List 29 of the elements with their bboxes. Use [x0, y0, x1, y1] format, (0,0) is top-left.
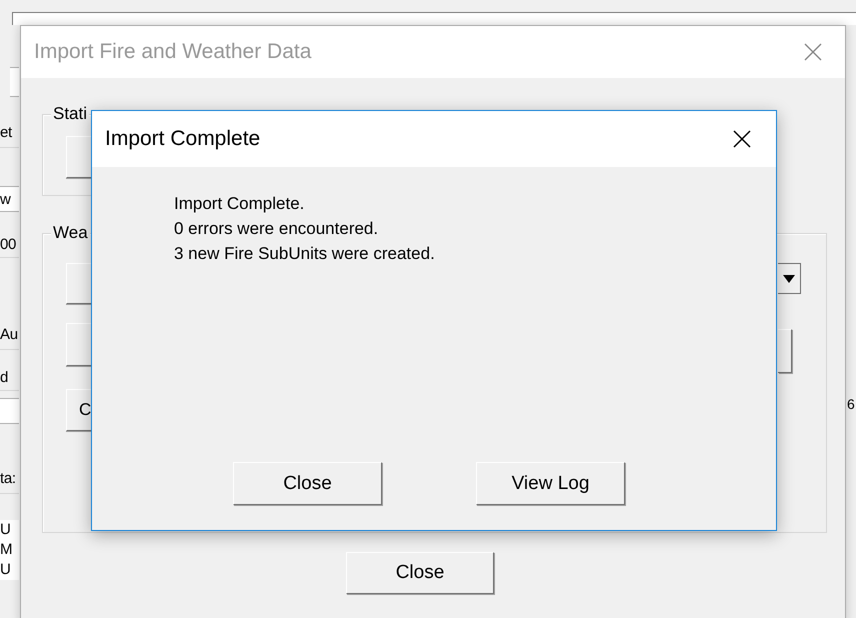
- message-text: 3 new Fire SubUnits were created.: [174, 243, 436, 265]
- text-field[interactable]: [10, 67, 19, 97]
- dialog-title: Import Complete: [105, 127, 260, 151]
- field-label: d: [0, 365, 19, 391]
- button[interactable]: C: [66, 389, 91, 431]
- field-label: Au: [0, 322, 19, 350]
- list-item[interactable]: M: [0, 540, 19, 560]
- text-field[interactable]: w: [0, 186, 19, 212]
- close-icon[interactable]: [732, 129, 752, 149]
- list-item[interactable]: U: [0, 520, 19, 540]
- message-text: Import Complete.: [174, 193, 306, 215]
- field-label: ta:: [0, 466, 19, 494]
- button[interactable]: [778, 329, 792, 373]
- field-label: 00: [0, 232, 19, 258]
- text-field[interactable]: [0, 398, 19, 424]
- dropdown-arrow-icon: [783, 274, 795, 282]
- dropdown[interactable]: [778, 263, 801, 294]
- button[interactable]: [66, 136, 91, 178]
- button[interactable]: [66, 323, 91, 366]
- field-label: 6: [847, 396, 855, 412]
- field-label: et: [0, 120, 19, 148]
- window-title: Import Fire and Weather Data: [34, 40, 312, 64]
- list-item[interactable]: U: [0, 560, 19, 580]
- button[interactable]: [66, 263, 91, 304]
- path-field[interactable]: [12, 12, 856, 25]
- close-button[interactable]: Close: [346, 552, 494, 594]
- view-log-button[interactable]: View Log: [476, 462, 625, 505]
- close-button[interactable]: Close: [233, 462, 382, 505]
- message-text: 0 errors were encountered.: [174, 218, 380, 240]
